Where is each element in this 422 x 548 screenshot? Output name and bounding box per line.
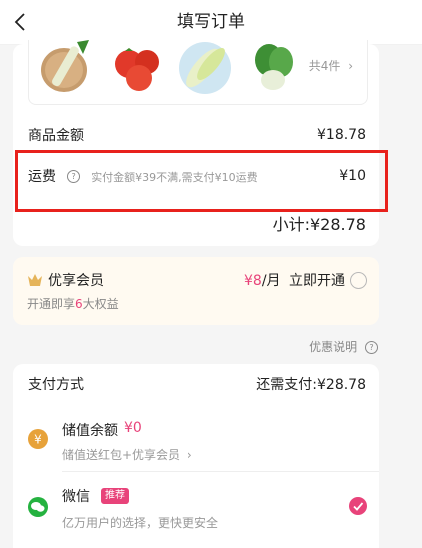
chevron-right-icon: › <box>186 448 192 462</box>
freight-label: 运费 <box>28 169 56 185</box>
goods-amount-row: 商品金额 ¥18.78 <box>28 124 366 146</box>
membership-action[interactable]: 立即开通 <box>289 273 345 289</box>
balance-amount: ¥0 <box>124 420 142 436</box>
divider <box>62 471 379 472</box>
membership-desc-suffix: 大权益 <box>82 297 119 311</box>
membership-price-value: 8 <box>252 273 262 289</box>
membership-price-unit: /月 <box>261 273 281 289</box>
membership-card[interactable]: 优享会员 ¥8/月 立即开通 开通即享6大权益 <box>13 257 379 325</box>
membership-price-prefix: ¥ <box>243 273 253 289</box>
membership-title: 优享会员 <box>48 273 104 289</box>
membership-desc: 开通即享6大权益 <box>27 295 119 312</box>
wechat-icon <box>28 497 48 517</box>
payment-method-wechat[interactable]: 微信 推荐 亿万用户的选择，更快更安全 <box>13 480 379 540</box>
item-count-text: 共4件 <box>308 59 341 73</box>
freight-note: 实付金额¥39不满,需支付¥10运费 <box>91 171 258 184</box>
wechat-name: 微信 <box>62 489 90 505</box>
discount-info-label: 优惠说明 <box>309 340 358 354</box>
payment-due: 还需支付:¥28.78 <box>256 377 366 393</box>
payment-title: 支付方式 <box>28 377 84 393</box>
nav-bar: 填写订单 <box>0 0 422 45</box>
page-title: 填写订单 <box>177 12 245 32</box>
crown-icon <box>28 274 42 286</box>
payment-method-balance[interactable]: ¥ 储值余额 ¥0 储值送红包+优享会员 › <box>13 414 379 474</box>
product-thumbnail-bokchoy[interactable] <box>247 40 305 96</box>
yen-coin-icon: ¥ <box>28 429 48 449</box>
product-thumbnail-tomato[interactable] <box>109 40 167 96</box>
selected-check-icon[interactable] <box>349 497 367 515</box>
membership-desc-number: 6 <box>75 297 83 311</box>
balance-name: 储值余额 <box>62 423 118 439</box>
balance-desc: 储值送红包+优享会员 › <box>62 446 192 463</box>
question-mark-icon: ? <box>365 341 378 354</box>
subtotal: 小计:¥28.78 <box>272 215 366 234</box>
recommend-badge: 推荐 <box>101 488 129 504</box>
goods-amount-label: 商品金额 <box>28 128 84 144</box>
payment-card: 支付方式 还需支付:¥28.78 ¥ 储值余额 ¥0 储值送红包+优享会员 › … <box>13 364 379 548</box>
balance-desc-text: 储值送红包+优享会员 <box>62 448 181 462</box>
product-thumbnail-lettuce[interactable] <box>177 40 235 96</box>
freight-row: 运费 ? 实付金额¥39不满,需支付¥10运费 ¥10 <box>28 165 366 187</box>
item-count: 共4件 › <box>309 57 353 74</box>
question-mark-icon[interactable]: ? <box>67 170 81 183</box>
membership-select-circle[interactable] <box>350 272 367 289</box>
discount-info-link[interactable]: 优惠说明 ? <box>309 338 378 355</box>
product-thumbnail-leek[interactable] <box>39 40 97 96</box>
membership-desc-prefix: 开通即享 <box>27 297 76 311</box>
membership-offer[interactable]: ¥8/月 立即开通 <box>244 270 345 290</box>
goods-amount-value: ¥18.78 <box>317 127 366 143</box>
chevron-right-icon: › <box>348 59 353 73</box>
order-items-strip[interactable]: 共4件 › <box>28 40 368 105</box>
wechat-desc: 亿万用户的选择，更快更安全 <box>62 516 219 530</box>
svg-text:¥: ¥ <box>34 433 42 447</box>
freight-value: ¥10 <box>339 168 366 184</box>
